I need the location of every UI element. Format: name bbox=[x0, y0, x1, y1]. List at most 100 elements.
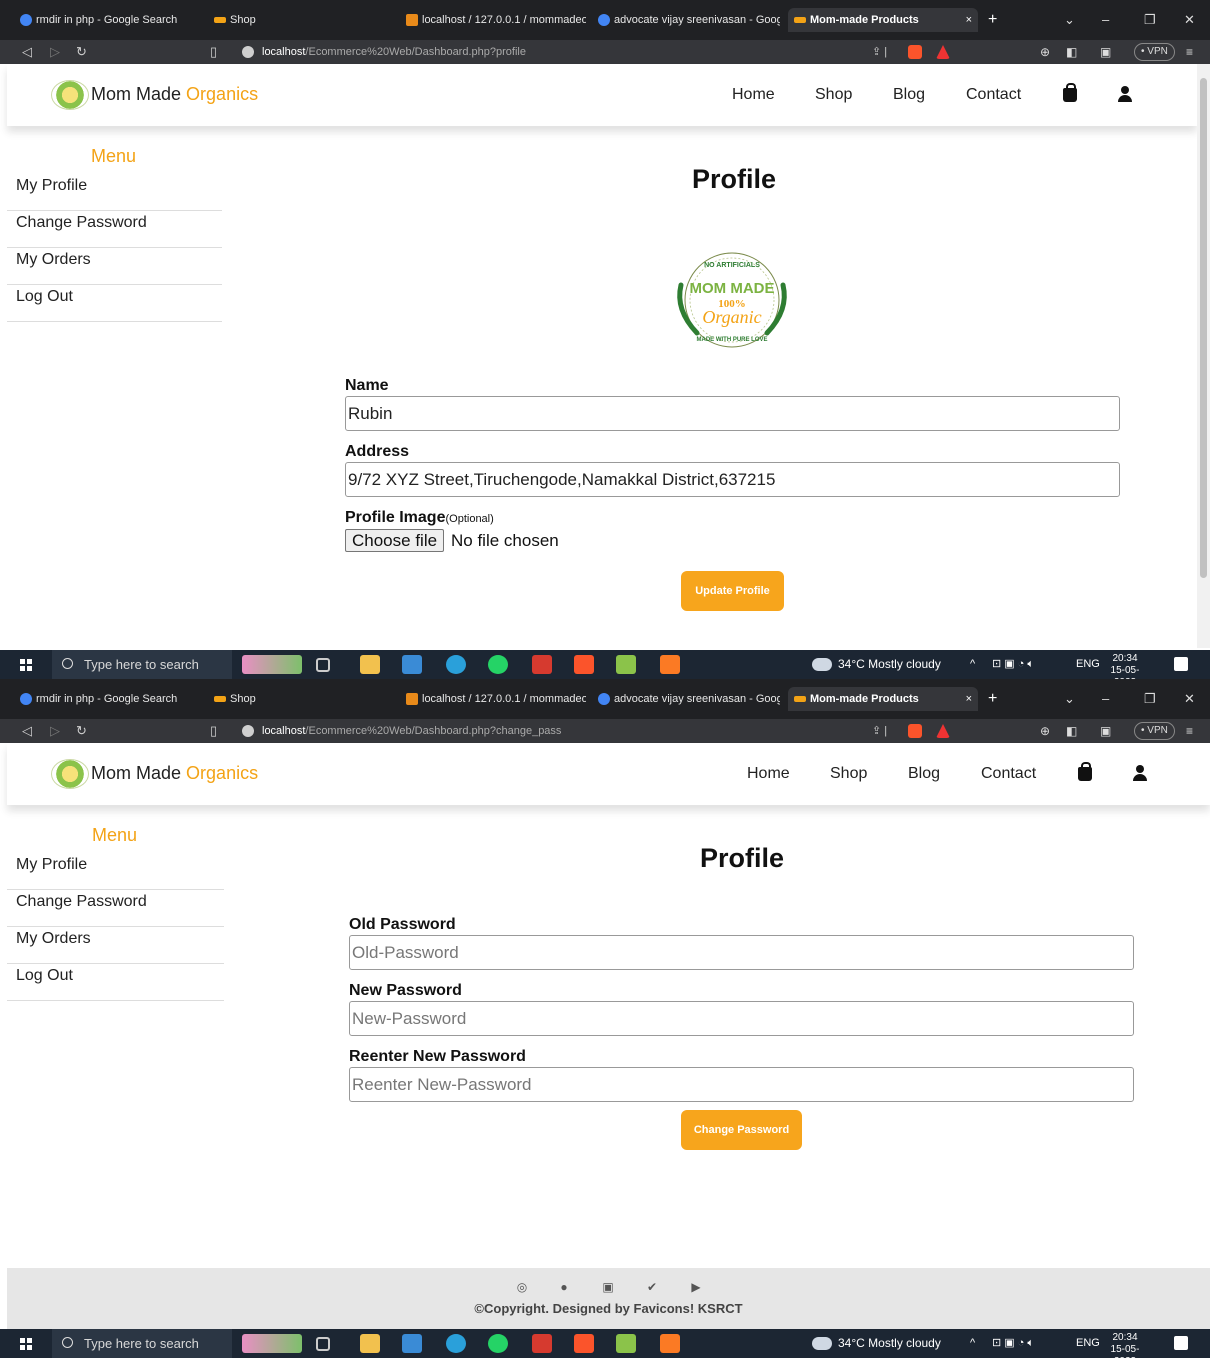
change-password-button[interactable]: Change Password bbox=[681, 1110, 802, 1150]
brave-shields-icon[interactable] bbox=[908, 724, 922, 738]
file-explorer-icon[interactable] bbox=[360, 655, 380, 674]
menu-item-my-orders[interactable]: My Orders bbox=[7, 248, 222, 285]
nav-shop[interactable]: Shop bbox=[830, 765, 867, 783]
forward-icon[interactable]: ▷ bbox=[50, 719, 60, 743]
notification-icon[interactable] bbox=[1174, 1336, 1188, 1350]
brave-icon[interactable] bbox=[574, 1334, 594, 1353]
reload-icon[interactable]: ↻ bbox=[76, 40, 87, 64]
nav-home[interactable]: Home bbox=[732, 86, 775, 104]
close-window-icon[interactable]: ✕ bbox=[1184, 8, 1195, 32]
browser-tab-active[interactable]: Mom-made Products × bbox=[788, 687, 978, 711]
forward-icon[interactable]: ▷ bbox=[50, 40, 60, 64]
browser-tab[interactable]: rmdir in php - Google Search bbox=[18, 687, 196, 711]
taskbar-search[interactable]: Type here to search bbox=[52, 1329, 232, 1358]
nav-shop[interactable]: Shop bbox=[815, 86, 852, 104]
store-icon[interactable] bbox=[402, 655, 422, 674]
browser-tab[interactable]: advocate vijay sreenivasan - Goog bbox=[596, 687, 780, 711]
sublime-icon[interactable] bbox=[532, 1334, 552, 1353]
url-field[interactable]: localhost/Ecommerce%20Web/Dashboard.php?… bbox=[236, 40, 960, 64]
weather-widget[interactable]: 34°C Mostly cloudy bbox=[812, 650, 941, 679]
maximize-icon[interactable]: ❐ bbox=[1144, 8, 1156, 32]
linkedin-icon[interactable]: ▣ bbox=[601, 1280, 615, 1294]
xampp-icon[interactable] bbox=[660, 655, 680, 674]
editor-icon[interactable] bbox=[616, 1334, 636, 1353]
brand-logo-icon[interactable] bbox=[51, 80, 89, 110]
choose-file-button[interactable]: Choose file bbox=[345, 529, 445, 552]
address-input[interactable] bbox=[345, 462, 1120, 497]
bookmark-icon[interactable]: ▯ bbox=[210, 719, 217, 743]
update-profile-button[interactable]: Update Profile bbox=[681, 571, 784, 611]
facebook-icon[interactable]: ● bbox=[557, 1280, 571, 1294]
xampp-icon[interactable] bbox=[660, 1334, 680, 1353]
tray-expand-icon[interactable]: ^ bbox=[970, 1329, 975, 1358]
shopping-bag-icon[interactable] bbox=[1078, 762, 1092, 781]
extensions-icon[interactable]: ⊕ bbox=[1040, 40, 1050, 64]
menu-item-log-out[interactable]: Log Out bbox=[7, 964, 224, 1001]
menu-icon[interactable]: ≡ bbox=[1186, 40, 1193, 64]
store-icon[interactable] bbox=[402, 1334, 422, 1353]
tab-search-icon[interactable]: ⌄ bbox=[1064, 687, 1075, 711]
file-explorer-icon[interactable] bbox=[360, 1334, 380, 1353]
sublime-icon[interactable] bbox=[532, 655, 552, 674]
browser-tab[interactable]: Shop bbox=[212, 687, 392, 711]
back-icon[interactable]: ◁ bbox=[22, 719, 32, 743]
extensions-icon[interactable]: ⊕ bbox=[1040, 719, 1050, 743]
tab-search-icon[interactable]: ⌄ bbox=[1064, 8, 1075, 32]
instagram-icon[interactable]: ◎ bbox=[515, 1280, 529, 1294]
task-view-icon[interactable] bbox=[316, 1337, 330, 1351]
language-indicator[interactable]: ENG bbox=[1076, 650, 1100, 679]
wallet-icon[interactable]: ▣ bbox=[1100, 719, 1111, 743]
browser-tab[interactable]: localhost / 127.0.0.1 / mommadeo bbox=[404, 8, 586, 32]
tray-icons[interactable]: ⊡ ▣ ◔ 🔈︎ bbox=[992, 1329, 1034, 1358]
maximize-icon[interactable]: ❐ bbox=[1144, 687, 1156, 711]
editor-icon[interactable] bbox=[616, 655, 636, 674]
bookmark-icon[interactable]: ▯ bbox=[210, 40, 217, 64]
sidebar-icon[interactable]: ◧ bbox=[1066, 40, 1077, 64]
share-icon[interactable]: ⇪ | bbox=[872, 40, 887, 64]
menu-item-my-orders[interactable]: My Orders bbox=[7, 927, 224, 964]
language-indicator[interactable]: ENG bbox=[1076, 1329, 1100, 1358]
vpn-button[interactable]: • VPN bbox=[1134, 43, 1175, 61]
menu-item-change-password[interactable]: Change Password bbox=[7, 890, 224, 927]
brand-name[interactable]: Mom Made Organics bbox=[91, 84, 258, 105]
nav-home[interactable]: Home bbox=[747, 765, 790, 783]
task-view-icon[interactable] bbox=[316, 658, 330, 672]
taskbar-search[interactable]: Type here to search bbox=[52, 650, 232, 679]
notification-icon[interactable] bbox=[1174, 657, 1188, 671]
whatsapp-icon[interactable] bbox=[488, 1334, 508, 1353]
telegram-icon[interactable] bbox=[446, 1334, 466, 1353]
minimize-icon[interactable]: – bbox=[1102, 8, 1109, 32]
nav-contact[interactable]: Contact bbox=[966, 86, 1021, 104]
tray-icons[interactable]: ⊡ ▣ ◔ 🔈︎ bbox=[992, 650, 1034, 679]
brave-shields-icon[interactable] bbox=[908, 45, 922, 59]
nav-blog[interactable]: Blog bbox=[893, 86, 925, 104]
user-icon[interactable] bbox=[1118, 86, 1132, 102]
menu-item-my-profile[interactable]: My Profile bbox=[7, 853, 224, 890]
menu-item-my-profile[interactable]: My Profile bbox=[7, 174, 222, 211]
brave-icon[interactable] bbox=[574, 655, 594, 674]
close-window-icon[interactable]: ✕ bbox=[1184, 687, 1195, 711]
shopping-bag-icon[interactable] bbox=[1063, 83, 1077, 102]
new-password-input[interactable] bbox=[349, 1001, 1134, 1036]
name-input[interactable] bbox=[345, 396, 1120, 431]
back-icon[interactable]: ◁ bbox=[22, 40, 32, 64]
menu-icon[interactable]: ≡ bbox=[1186, 719, 1193, 743]
share-icon[interactable]: ⇪ | bbox=[872, 719, 887, 743]
menu-item-log-out[interactable]: Log Out bbox=[7, 285, 222, 322]
user-icon[interactable] bbox=[1133, 765, 1147, 781]
close-tab-icon[interactable]: × bbox=[966, 687, 972, 711]
nav-blog[interactable]: Blog bbox=[908, 765, 940, 783]
windows-start-icon[interactable] bbox=[20, 659, 32, 671]
new-tab-button[interactable]: + bbox=[988, 687, 997, 711]
twitter-icon[interactable]: ✔ bbox=[645, 1280, 659, 1294]
windows-start-icon[interactable] bbox=[20, 1338, 32, 1350]
browser-tab[interactable]: advocate vijay sreenivasan - Goog bbox=[596, 8, 780, 32]
menu-item-change-password[interactable]: Change Password bbox=[7, 211, 222, 248]
browser-tab[interactable]: Shop bbox=[212, 8, 392, 32]
scrollbar[interactable] bbox=[1197, 64, 1210, 648]
vpn-button[interactable]: • VPN bbox=[1134, 722, 1175, 740]
browser-tab[interactable]: localhost / 127.0.0.1 / mommadeo bbox=[404, 687, 586, 711]
close-tab-icon[interactable]: × bbox=[966, 8, 972, 32]
reload-icon[interactable]: ↻ bbox=[76, 719, 87, 743]
sidebar-icon[interactable]: ◧ bbox=[1066, 719, 1077, 743]
